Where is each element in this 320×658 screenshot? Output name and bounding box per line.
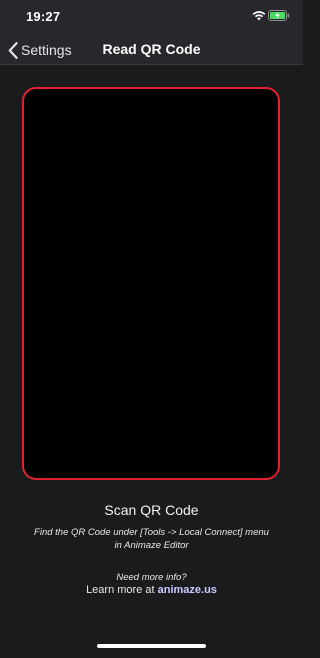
status-bar: 19:27 (0, 0, 303, 34)
qr-camera-viewport (22, 87, 280, 480)
learn-more-line: Learn more at animaze.us (0, 584, 303, 596)
wifi-icon (252, 11, 266, 21)
scan-instructions: Find the QR Code under [Tools -> Local C… (34, 527, 269, 551)
phone-screen: 19:27 Settings Read QR Code Scan QR Code… (0, 0, 303, 658)
status-time: 19:27 (26, 9, 61, 24)
learn-more-prefix: Learn more at (86, 584, 158, 596)
need-more-info-text: Need more info? (116, 572, 187, 583)
battery-charging-icon (268, 10, 290, 21)
scan-title: Scan QR Code (104, 502, 199, 518)
animaze-link[interactable]: animaze.us (158, 584, 217, 596)
home-indicator[interactable] (97, 644, 206, 648)
page-title: Read QR Code (102, 41, 201, 57)
navigation-bar: Settings Read QR Code (0, 34, 303, 65)
